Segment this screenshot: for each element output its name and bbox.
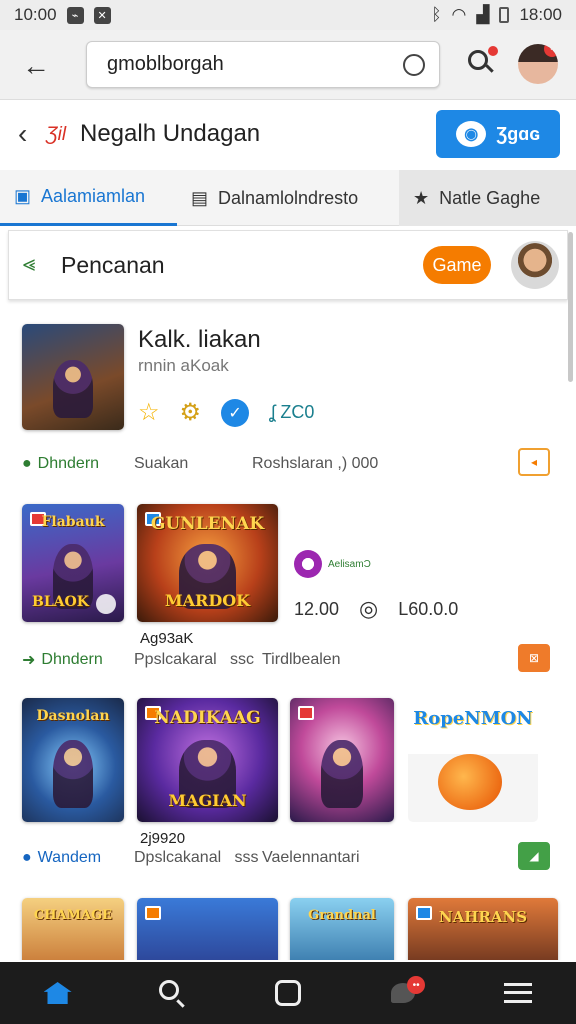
meta-col3: Roshslaran ,) 000 <box>252 455 379 472</box>
nav-apps[interactable] <box>258 968 318 1018</box>
app-badge-icon <box>294 550 322 578</box>
signal-icon: ▟ <box>476 5 490 24</box>
spiral-icon: ◎ <box>359 596 379 621</box>
download-link[interactable]: ● Dhndern <box>22 455 134 473</box>
game-thumbnail[interactable]: Dasnolan <box>22 698 124 822</box>
nav-messages[interactable]: •• <box>373 968 433 1018</box>
section-icon: ⪡ <box>23 251 36 276</box>
check-icon: ✓ <box>221 398 250 427</box>
notification-badge: •• <box>407 976 426 994</box>
featured-meta: ● Dhndern Suakan Roshslaran ,) 000 ◂ <box>22 448 562 476</box>
avatar[interactable]: • <box>518 44 558 84</box>
meta-col3: Vaelennantari <box>262 849 360 866</box>
wifi-icon: ◠ <box>451 5 467 24</box>
tab-aalamiamlan[interactable]: ▣ Aalamiamlan <box>0 170 177 226</box>
side-label: AelisamƆ <box>328 558 371 570</box>
game-caption: Ag93aK <box>140 630 194 647</box>
search-icon[interactable] <box>466 46 498 78</box>
search-input[interactable] <box>107 42 407 87</box>
bluetooth-icon: ᛒ <box>431 5 442 24</box>
game-thumbnail[interactable] <box>137 898 278 960</box>
gear-icon: ⚙ <box>179 399 202 426</box>
nav-home[interactable] <box>28 968 88 1018</box>
section-header-card: ⪡ Pencanan Game <box>8 230 568 300</box>
game-thumbnail[interactable]: NAHRANS <box>408 898 558 960</box>
game-thumbnail[interactable]: GUNLENAK MARDOK <box>137 504 278 622</box>
download-icon: ➜ <box>22 652 36 669</box>
status-bar: 10:00 ⌁ ✕ ᛒ ◠ ▟ 18:00 <box>0 0 576 30</box>
value-left: 12.00 <box>294 598 340 619</box>
meta-col2: Ppslcakaral ssc <box>134 651 255 668</box>
tab-label: Natle Gaghe <box>439 187 541 208</box>
value-right: L60.0.0 <box>398 598 459 619</box>
location-icon: ● <box>22 849 32 866</box>
gamepad-icon: ◉ <box>456 121 487 147</box>
meta-col3: Tirdlbealen <box>262 651 341 668</box>
game-values: 12.00 ◎ L60.0.0 <box>294 596 458 622</box>
game-thumbnail[interactable]: NADIKAAG MAGIAN <box>137 698 278 822</box>
bottom-nav: •• <box>0 962 576 1024</box>
tab-dalnamlolndresto[interactable]: ▤ Dalnamlolndresto <box>177 170 399 226</box>
notification-icon: ⌁ <box>66 6 84 24</box>
game-thumbnail[interactable] <box>290 698 394 822</box>
page-header: ‹ Ʒil Negalh Undagan ◉ Ʒɡɑɢ <box>0 100 576 170</box>
featured-subtitle: rnnin aKoak <box>138 356 229 375</box>
game-thumbnail[interactable]: Flabauk BLAOK <box>22 504 124 622</box>
featured-thumbnail[interactable] <box>22 324 124 430</box>
app-notification-icon: ✕ <box>93 6 111 24</box>
location-icon: ● <box>22 455 32 472</box>
nav-search[interactable] <box>143 968 203 1018</box>
download-link[interactable]: ➜ Dhndern <box>22 650 134 670</box>
header-action-label: Ʒɡɑɢ <box>496 123 540 144</box>
download-link[interactable]: ● Wandem <box>22 849 134 867</box>
featured-name[interactable]: Kalk. liakan <box>138 326 261 354</box>
square-icon <box>274 980 301 1006</box>
game-caption: 2j9920 <box>140 830 186 847</box>
action-square-button[interactable]: ⊠ <box>518 644 550 672</box>
game-meta: ● Wandem Dpslcakanal sss Vaelennantari ◢ <box>22 842 562 870</box>
home-icon <box>43 982 72 1004</box>
status-time-right: 18:00 <box>519 5 562 24</box>
bag-icon: ▣ <box>14 186 32 206</box>
avatar-badge: • <box>544 44 558 57</box>
status-time: 10:00 <box>14 5 57 24</box>
section-avatar[interactable] <box>511 241 559 289</box>
game-thumbnail[interactable]: Grandnal <box>290 898 394 960</box>
star-icon: ★ <box>413 187 430 208</box>
game-thumbnail[interactable]: RopeNMON <box>408 698 538 822</box>
tab-label: Dalnamlolndresto <box>218 187 359 208</box>
game-side-info: AelisamƆ <box>294 550 371 578</box>
notification-dot <box>488 46 498 56</box>
game-list: Kalk. liakan rnnin aKoak ☆ ⚙ ✓ ʆ ZC0 ● Dh… <box>0 304 570 960</box>
tab-label: Aalamiamlan <box>41 186 146 206</box>
menu-icon <box>504 983 533 1003</box>
brand-mark: Ʒil <box>46 124 67 145</box>
document-icon: ▤ <box>191 187 209 208</box>
star-icon: ☆ <box>138 399 160 426</box>
section-title: Pencanan <box>61 252 165 278</box>
search-box[interactable] <box>86 41 440 88</box>
game-thumbnail[interactable]: CHAMAGE <box>22 898 124 960</box>
nav-menu[interactable] <box>488 968 548 1018</box>
game-meta: ➜ Dhndern Ppslcakaral ssc Tirdlbealen ⊠ <box>22 644 562 672</box>
game-filter-pill[interactable]: Game <box>423 246 491 284</box>
back-arrow-icon[interactable]: ← <box>22 50 50 82</box>
app-bar: ← • <box>0 30 576 100</box>
action-square-button[interactable]: ◂ <box>518 448 550 476</box>
tab-bar: ▣ Aalamiamlan ▤ Dalnamlolndresto ★ Natle… <box>0 170 576 226</box>
header-action-button[interactable]: ◉ Ʒɡɑɢ <box>436 110 560 158</box>
action-square-button[interactable]: ◢ <box>518 842 550 870</box>
meta-col2: Dpslcakanal sss <box>134 849 259 866</box>
page-title: Negalh Undagan <box>80 120 261 147</box>
meta-col2: Suakan <box>134 455 189 472</box>
featured-icons: ☆ ⚙ ✓ ʆ ZC0 <box>138 398 314 427</box>
battery-icon <box>499 7 510 23</box>
featured-count: ʆ ZC0 <box>269 402 315 422</box>
tab-natle-gaghe[interactable]: ★ Natle Gaghe <box>399 170 576 226</box>
search-lens-icon[interactable] <box>403 54 425 76</box>
search-icon <box>158 980 179 1000</box>
chevron-left-icon[interactable]: ‹ <box>18 118 27 150</box>
